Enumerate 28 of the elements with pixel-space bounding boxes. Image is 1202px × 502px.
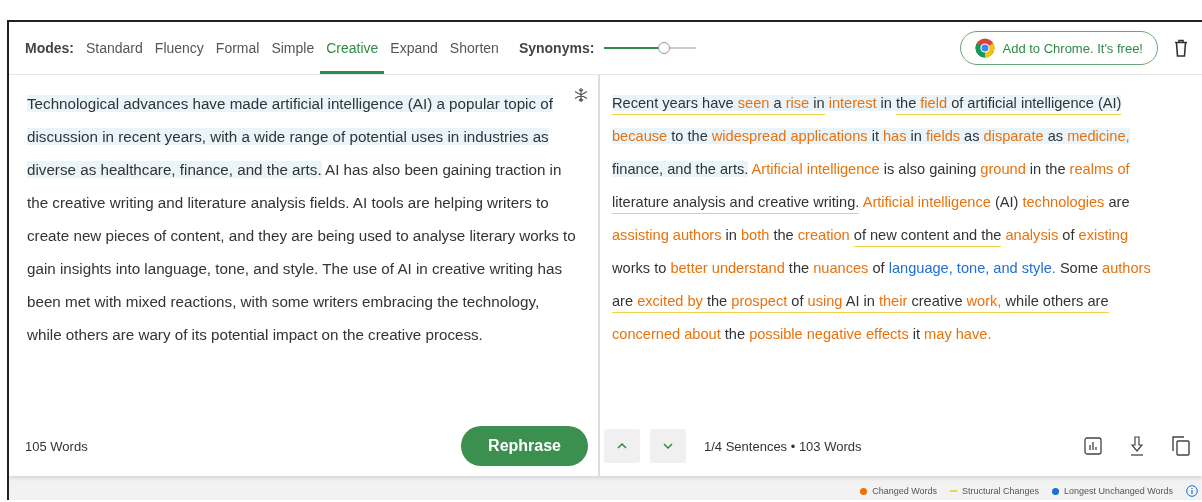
snowflake-icon[interactable] (573, 87, 589, 103)
chrome-logo-icon (974, 38, 995, 58)
bar-chart-icon[interactable] (1084, 437, 1102, 455)
legend-label: Structural Changes (962, 486, 1040, 496)
mode-tab[interactable]: Creative (320, 22, 385, 74)
rephrase-button[interactable]: Rephrase (461, 426, 588, 466)
info-icon[interactable] (1186, 485, 1198, 497)
synonyms-slider[interactable] (604, 42, 697, 54)
legend-label: Changed Words (872, 486, 938, 496)
input-text[interactable]: Technological advances have made artificial intelligence (AI) a popular topic of discussion in recent years, with a wide range of potential uses in industries as diverse as healthcare, finance, and the arts. AI has also been gaining traction in the creative writing and literature analysis fields. AI tools are helping writers to create new pieces of content, and they are being used to analyse literary works to gain insights into language, tone, and style. The use of AI in creative writing has been met with mixed reactions, with some writers embracing the technology, while others are wary of its potential impact on the creative process. (9, 75, 598, 351)
word-count: 105 Words (25, 438, 88, 454)
mode-tab[interactable]: Expand (384, 22, 444, 74)
output-text: Recent years have seen a rise in interest in the field of artificial intelligence (AI) because to the widespread applications it has in fields as disparate as medicine, finance, and the arts. Artificial intelligence is also gaining ground in the realms of literature analysis and creative writing. Artificial intelligence (AI) technologies are assisting authors in both the creation of new content and the analysis of existing works to better understand the nuances of language, tone, and style. Some authors are excited by the prospect of using AI in their creative work, while others are concerned about the possible negative effects it may have. (611, 94, 1152, 344)
mode-tab[interactable]: Formal (209, 22, 266, 74)
chevron-down-icon (663, 443, 673, 449)
copy-icon[interactable] (1172, 436, 1190, 456)
synonyms-label: Synonyms: (518, 40, 595, 56)
mode-tab[interactable]: Shorten (443, 22, 505, 74)
chevron-up-icon (617, 443, 627, 449)
legend-label: Longest Unchanged Words (1064, 486, 1173, 496)
trash-icon[interactable] (1174, 39, 1188, 57)
mode-tab[interactable]: Simple (265, 22, 321, 74)
mode-tab[interactable]: Standard (80, 22, 149, 74)
add-to-chrome-button[interactable]: Add to Chrome. It's free! (959, 31, 1158, 65)
modes-label: Modes: (25, 40, 74, 56)
sentence-word-count: 1/4 Sentences • 103 Words (704, 438, 862, 454)
download-icon[interactable] (1130, 436, 1144, 456)
mode-tab[interactable]: Fluency (148, 22, 210, 74)
